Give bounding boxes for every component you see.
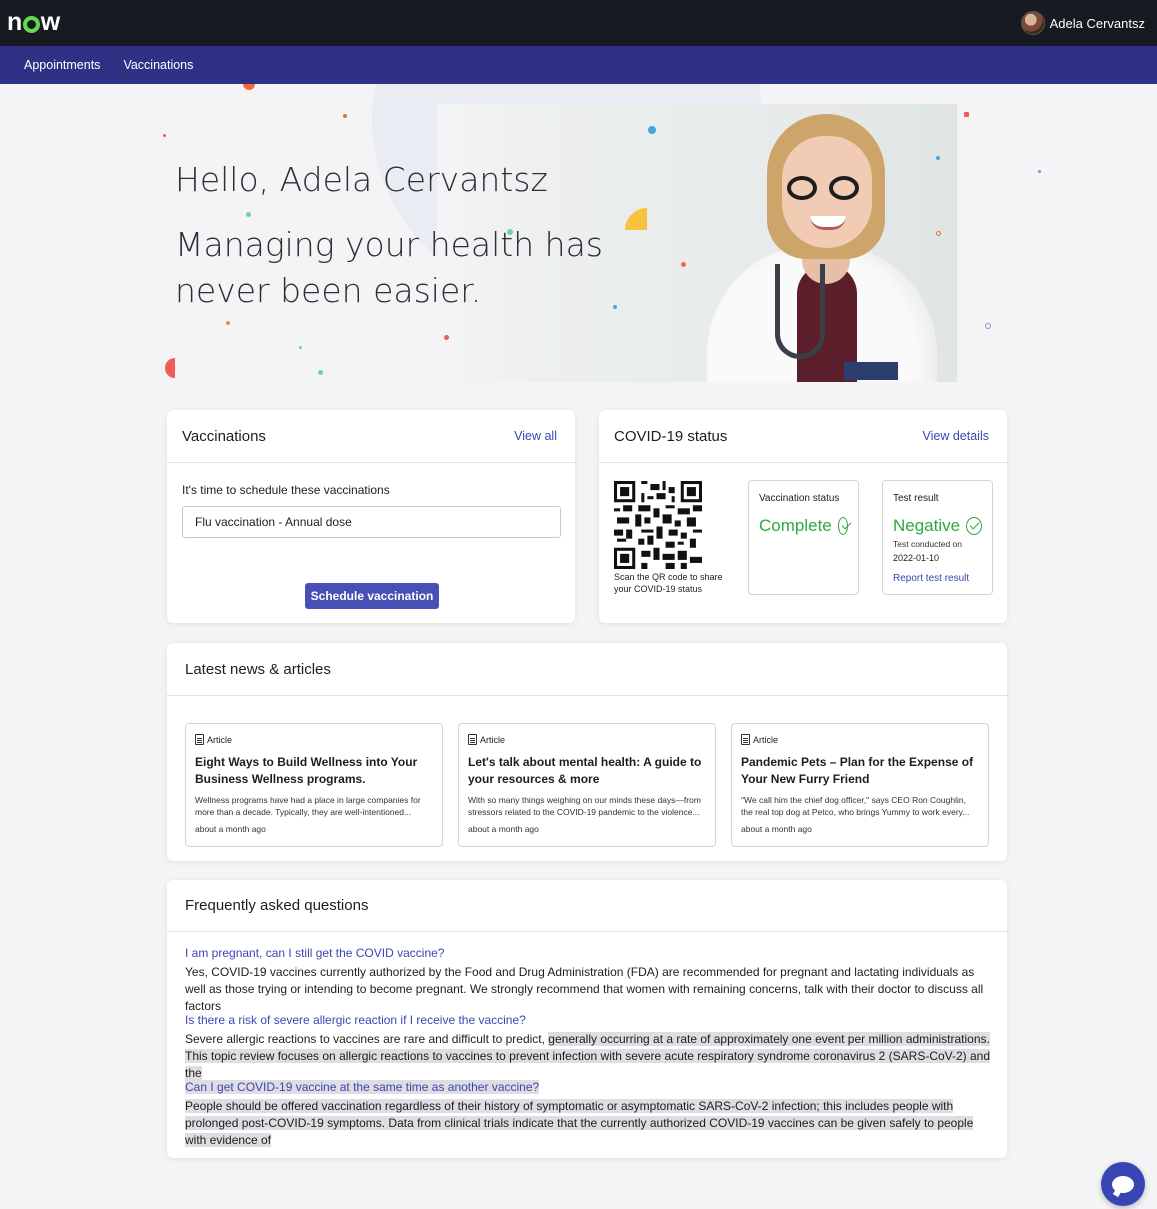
confetti [681,262,686,267]
schedule-vaccination-button[interactable]: Schedule vaccination [305,583,439,609]
article-type: Article [741,734,979,745]
article-icon [741,734,750,745]
vaccinations-title: Vaccinations [182,427,266,445]
check-circle-icon [966,517,982,535]
faq-question[interactable]: Is there a risk of severe allergic react… [185,1013,526,1027]
news-title: Latest news & articles [185,660,331,678]
confetti [444,335,449,340]
confetti [936,156,940,160]
confetti [299,346,302,349]
news-card-header: Latest news & articles [167,643,1007,696]
article-excerpt: "We call him the chief dog officer," say… [741,795,970,817]
confetti [318,370,323,375]
test-result-value: Negative [893,516,982,536]
covid-title: COVID-19 status [614,427,728,445]
confetti [243,84,255,90]
article-type-label: Article [480,734,506,745]
article-time: about a month ago [468,824,539,834]
faq-answer: People should be offered vaccination reg… [185,1098,995,1149]
vaccination-item[interactable]: Flu vaccination - Annual dose [182,506,561,538]
article-icon [195,734,204,745]
faq-answer-selected-text: People should be offered vaccination reg… [185,1099,974,1147]
main-nav: Appointments Vaccinations [0,46,1157,84]
vaccination-status-box: Vaccination status Complete [748,480,859,595]
article-icon [468,734,477,745]
faq-question-text[interactable]: Can I get COVID-19 vaccine at the same t… [185,1080,540,1094]
article-title[interactable]: Let's talk about mental health: A guide … [468,754,706,788]
article-card[interactable]: Article Let's talk about mental health: … [458,723,716,847]
check-circle-icon [837,517,848,535]
article-type-label: Article [753,734,779,745]
vaccinations-intro: It's time to schedule these vaccinations [182,483,390,497]
hero-tagline: Managing your health has never been easi… [175,225,603,310]
covid-status-card: COVID-19 status View details Scan the QR… [599,410,1007,623]
view-all-link[interactable]: View all [514,429,557,443]
vaccination-status-text: Complete [759,516,832,535]
faq-title: Frequently asked questions [185,897,369,914]
test-result-text: Negative [893,516,961,535]
covid-card-header: COVID-19 status View details [599,410,1007,463]
article-title[interactable]: Eight Ways to Build Wellness into Your B… [195,754,433,788]
article-title[interactable]: Pandemic Pets – Plan for the Expense of … [741,754,979,788]
article-time: about a month ago [741,824,812,834]
vaccinations-card: Vaccinations View all It's time to sched… [167,410,575,623]
confetti [165,358,175,378]
nav-vaccinations[interactable]: Vaccinations [123,58,193,72]
test-date: 2022-01-10 [893,553,940,563]
news-card: Latest news & articles Article Eight Way… [167,643,1007,861]
confetti [936,231,941,236]
user-menu[interactable]: Adela Cervantsz [1020,11,1145,35]
vaccination-status-label: Vaccination status [759,493,840,504]
test-result-label: Test result [893,493,939,504]
confetti [226,321,230,325]
article-type: Article [195,734,433,745]
faq-card-header: Frequently asked questions [167,880,1007,932]
faq-answer: Severe allergic reactions to vaccines ar… [185,1031,995,1082]
nav-appointments[interactable]: Appointments [24,58,100,72]
confetti [964,112,969,117]
report-test-result-link[interactable]: Report test result [893,573,982,584]
test-conducted-label: Test conducted on [893,539,962,549]
faq-question[interactable]: Can I get COVID-19 vaccine at the same t… [185,1080,540,1094]
article-type: Article [468,734,706,745]
vaccination-status-value: Complete [759,516,848,536]
faq-card: Frequently asked questions I am pregnant… [167,880,1007,1158]
avatar[interactable] [1020,11,1045,35]
confetti [246,212,251,217]
chat-button[interactable] [1101,1162,1145,1206]
article-excerpt: With so many things weighing on our mind… [468,795,701,817]
confetti [648,126,656,134]
chat-icon [1112,1175,1134,1193]
confetti [985,323,991,329]
article-excerpt: Wellness programs have had a place in la… [195,795,421,817]
article-card[interactable]: Article Pandemic Pets – Plan for the Exp… [731,723,989,847]
top-bar: nw Adela Cervantsz [0,0,1157,46]
vaccinations-card-header: Vaccinations View all [167,410,575,463]
article-time: about a month ago [195,824,266,834]
confetti [163,134,166,137]
qr-caption: Scan the QR code to share your COVID-19 … [614,572,723,594]
view-details-link[interactable]: View details [923,429,989,443]
now-logo[interactable]: nw [7,8,60,36]
confetti [343,114,347,118]
article-type-label: Article [207,734,233,745]
user-name[interactable]: Adela Cervantsz [1050,16,1145,31]
faq-answer-text: Severe allergic reactions to vaccines ar… [185,1032,549,1046]
hero-greeting: Hello, Adela Cervantsz [175,160,548,199]
qr-code-icon[interactable] [614,481,702,569]
faq-answer: Yes, COVID-19 vaccines currently authori… [185,965,984,1013]
article-card[interactable]: Article Eight Ways to Build Wellness int… [185,723,443,847]
confetti [1038,170,1041,173]
test-result-box: Test result Negative Test conducted on 2… [882,480,993,595]
faq-question[interactable]: I am pregnant, can I still get the COVID… [185,946,444,960]
